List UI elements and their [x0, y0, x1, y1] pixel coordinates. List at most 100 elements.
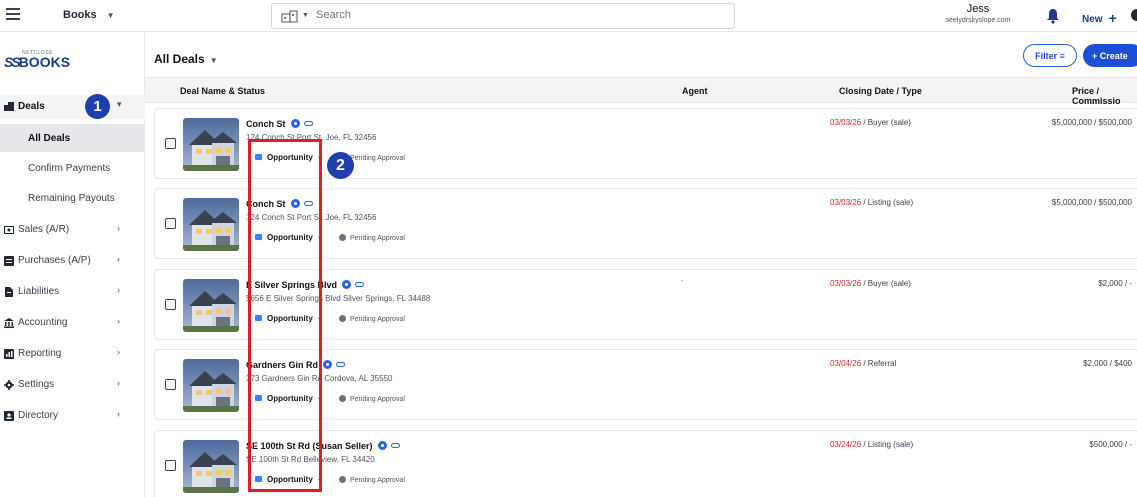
eye-icon[interactable] — [323, 360, 333, 369]
link-icon[interactable] — [336, 362, 346, 367]
sidebar-subitem-all-deals[interactable]: All Deals — [0, 124, 145, 152]
sidebar-item-label: Sales (A/R) — [18, 224, 70, 235]
price-commission: $5,000,000 / $500,000 — [1051, 198, 1132, 207]
user-menu[interactable]: Jess seelydrskyslope.com — [928, 3, 1028, 24]
closing-info: 03/03/26 / Buyer (sale) — [830, 118, 911, 127]
logo-text: BOOKS — [18, 54, 71, 70]
search-input[interactable] — [316, 9, 696, 21]
sidebar-item-settings[interactable]: Settings › — [0, 374, 145, 396]
link-icon[interactable] — [390, 443, 400, 448]
sidebar-item-label: Purchases (A/P) — [18, 255, 91, 266]
row-checkbox[interactable] — [165, 460, 176, 471]
row-checkbox[interactable] — [165, 138, 176, 149]
closing-date: 03/04/26 — [830, 359, 862, 368]
sidebar-item-accounting[interactable]: Accounting › — [0, 312, 145, 334]
filter-icon: ≡ — [1059, 50, 1065, 61]
price-commission: $500,000 / - — [1089, 440, 1132, 449]
sidebar-item-label: Reporting — [18, 348, 62, 359]
house-thumbnail[interactable] — [183, 118, 239, 171]
chevron-down-icon: ▼ — [209, 56, 218, 65]
view-selector[interactable]: All Deals ▼ — [154, 52, 218, 66]
annotation-marker-2: 2 — [327, 152, 354, 179]
new-button[interactable]: New + — [1082, 9, 1117, 26]
price-commission: $5,000,000 / $500,000 — [1051, 118, 1132, 127]
gear-icon — [4, 380, 14, 390]
sidebar-item-label: Settings — [18, 379, 55, 390]
status-dot-icon — [339, 395, 346, 402]
sidebar-item-label: Liabilities — [18, 286, 60, 297]
column-header-price[interactable]: Price / Commissio — [1072, 86, 1137, 106]
deals-icon — [4, 102, 14, 111]
chevron-down-icon: ▼ — [106, 11, 115, 20]
closing-info: 03/03/26 / Buyer (sale) — [830, 279, 911, 288]
filter-label: Filter — [1035, 50, 1058, 61]
approval-status: Pending Approval — [339, 394, 405, 403]
sidebar-item-deals[interactable]: Deals ▾ — [0, 95, 145, 119]
approval-status: Pending Approval — [339, 475, 405, 484]
approval-label: Pending Approval — [350, 316, 405, 323]
avatar[interactable] — [1131, 9, 1137, 21]
sidebar-item-reporting[interactable]: Reporting › — [0, 343, 145, 365]
sidebar-subitem-remaining-payouts[interactable]: Remaining Payouts — [0, 184, 145, 212]
eye-icon[interactable] — [342, 280, 352, 289]
closing-date: 03/03/26 — [830, 118, 862, 127]
column-header-closing[interactable]: Closing Date / Type — [839, 86, 922, 96]
plus-icon: + — [1108, 10, 1117, 26]
row-checkbox[interactable] — [165, 379, 176, 390]
create-button[interactable]: + Create — [1083, 44, 1137, 67]
chevron-right-icon: › — [117, 285, 120, 295]
column-header-name[interactable]: Deal Name & Status — [180, 86, 265, 96]
row-checkbox[interactable] — [165, 218, 176, 229]
user-email: seelydrskyslope.com — [945, 17, 1011, 24]
approval-label: Pending Approval — [350, 235, 405, 242]
house-thumbnail[interactable] — [183, 440, 239, 493]
app-switcher[interactable]: Books ▼ — [63, 9, 115, 21]
closing-type: / Listing (sale) — [861, 198, 914, 207]
link-icon[interactable] — [303, 121, 313, 126]
sidebar-item-sales[interactable]: Sales (A/R) › — [0, 219, 145, 241]
closing-date: 03/24/26 — [830, 440, 862, 449]
list-icon — [4, 256, 14, 266]
column-header-agent[interactable]: Agent — [682, 86, 708, 96]
eye-icon[interactable] — [290, 119, 300, 128]
house-thumbnail[interactable] — [183, 279, 239, 332]
sidebar-item-purchases[interactable]: Purchases (A/P) › — [0, 250, 145, 272]
status-dot-icon — [339, 476, 346, 483]
sidebar-item-directory[interactable]: Directory › — [0, 405, 145, 427]
annotation-marker-1: 1 — [85, 94, 110, 119]
app-name: Books — [63, 9, 97, 21]
chevron-down-icon[interactable]: ▼ — [302, 12, 309, 19]
eye-icon[interactable] — [377, 441, 387, 450]
chart-icon — [4, 349, 14, 359]
deal-name-text: Conch St — [246, 119, 286, 129]
row-checkbox[interactable] — [165, 299, 176, 310]
house-thumbnail[interactable] — [183, 198, 239, 251]
bell-icon[interactable] — [1046, 8, 1060, 24]
chevron-down-icon: ▾ — [117, 99, 122, 109]
closing-info: 03/03/26 / Listing (sale) — [830, 198, 913, 207]
sidebar-item-liabilities[interactable]: Liabilities › — [0, 281, 145, 303]
deal-name[interactable]: Conch St — [246, 118, 313, 129]
closing-info: 03/04/26 / Referral — [830, 359, 896, 368]
closing-date: 03/03/26 — [830, 279, 862, 288]
house-thumbnail[interactable] — [183, 359, 239, 412]
building-icon[interactable] — [281, 9, 299, 23]
chevron-right-icon: › — [117, 223, 120, 233]
menu-icon[interactable] — [6, 8, 20, 20]
closing-type: / Referral — [861, 359, 897, 368]
price-commission: $2,000 / - — [1098, 279, 1132, 288]
bank-icon — [4, 318, 14, 328]
sidebar-subitem-confirm-payments[interactable]: Confirm Payments — [0, 154, 145, 182]
filter-button[interactable]: Filter ≡ — [1023, 44, 1077, 67]
page-title: All Deals — [154, 52, 205, 66]
closing-type: / Buyer (sale) — [861, 279, 911, 288]
agent-value: - — [681, 278, 684, 285]
link-icon[interactable] — [355, 282, 365, 287]
approval-status: Pending Approval — [339, 314, 405, 323]
closing-info: 03/24/26 / Listing (sale) — [830, 440, 913, 449]
approval-label: Pending Approval — [350, 396, 405, 403]
search-bar[interactable]: ▼ — [271, 3, 735, 29]
sidebar-subitem-label: Remaining Payouts — [28, 193, 115, 204]
logo: NETCLOSE SSBOOKS — [4, 50, 71, 78]
approval-label: Pending Approval — [350, 155, 405, 162]
